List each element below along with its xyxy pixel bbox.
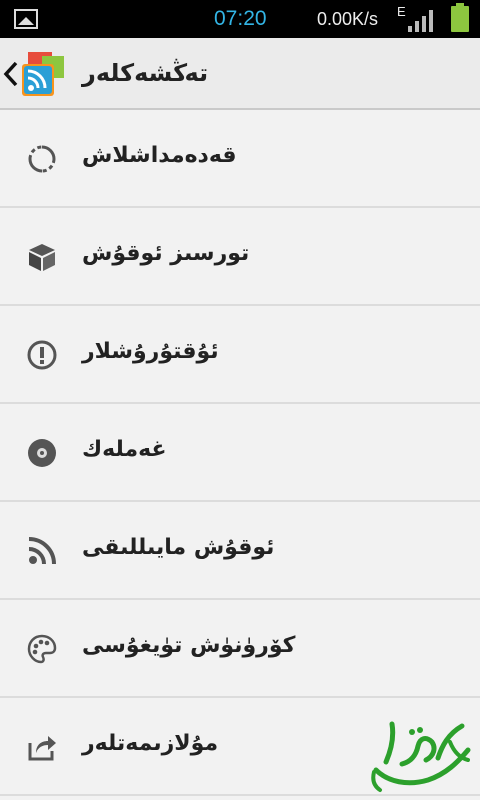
clock: 07:20 [214,7,267,30]
sync-icon [28,145,56,173]
menu-item-appearance[interactable]: كۆرۈنۈش تۈيغۇسى [0,600,480,698]
status-bar: 07:20 0.00K/s E [0,0,480,38]
menu-item-label: ئوقۇش مايىللىقى [82,535,275,560]
menu-item-label: كۆرۈنۈش تۈيغۇسى [82,633,296,658]
alert-icon [27,340,57,370]
menu-item-reading-preference[interactable]: ئوقۇش مايىللىقى [0,502,480,600]
action-bar: تەڭشەكلەر [0,38,480,110]
menu-item-sync[interactable]: قەدەمداشلاش [0,110,480,208]
menu-item-notifications[interactable]: ئۇقتۇرۇشلار [0,306,480,404]
watermark-logo [371,721,471,792]
menu-item-offline[interactable]: تورسىز ئوقۇش [0,208,480,306]
signal-icon [408,10,433,32]
rss-icon [28,537,56,565]
palette-icon [27,634,57,664]
network-speed: 0.00K/s [317,9,379,29]
box-icon [29,244,55,271]
network-type: E [397,4,406,19]
menu-item-cache[interactable]: غەملەك [0,404,480,502]
menu-item-label: مۇلازىمەتلەر [82,731,219,756]
settings-menu: قەدەمداشلاش تورسىز ئوقۇش ئۇقتۇرۇشلار غەم… [0,110,480,796]
page-title: تەڭشەكلەر [82,59,209,87]
disc-icon [28,439,56,467]
menu-item-label: قەدەمداشلاش [82,143,237,168]
rss-app-icon[interactable] [20,50,68,98]
menu-item-label: ئۇقتۇرۇشلار [82,339,219,364]
share-icon [28,736,56,761]
battery-icon [451,3,469,32]
menu-item-label: تورسىز ئوقۇش [82,241,250,266]
chevron-left-icon[interactable] [2,60,20,88]
gallery-notification-icon [14,9,38,29]
menu-item-label: غەملەك [82,437,167,462]
